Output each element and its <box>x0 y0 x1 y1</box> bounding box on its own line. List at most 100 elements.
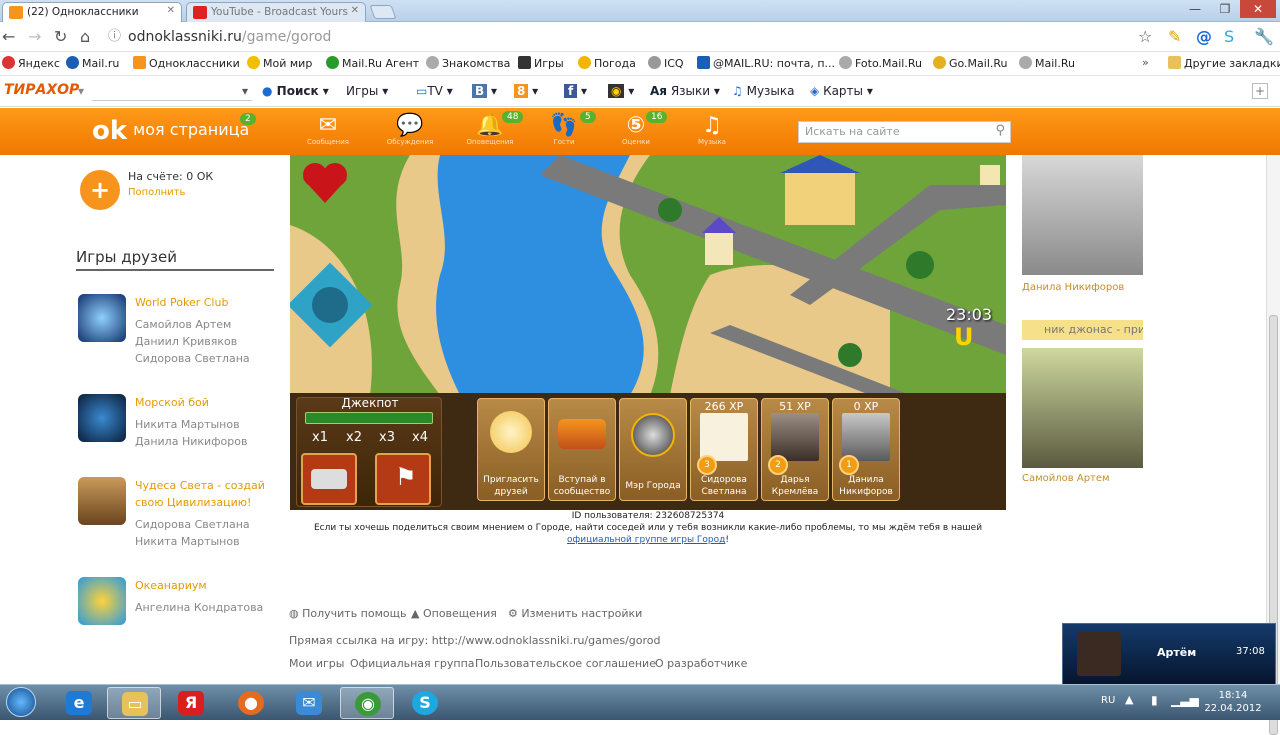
close-tab-icon[interactable]: ✕ <box>167 5 175 16</box>
topup-link[interactable]: Пополнить <box>128 187 185 198</box>
notification-popup[interactable]: Артём 37:08 <box>1062 623 1276 685</box>
bus-button[interactable] <box>301 453 357 505</box>
maximize-icon[interactable]: ❐ <box>1210 0 1240 18</box>
multiplier-x3[interactable]: x3 <box>379 430 395 445</box>
game-title[interactable]: World Poker Club <box>135 294 265 311</box>
taskbar-skype[interactable]: S <box>398 687 452 719</box>
game-title[interactable]: Морской бой <box>135 394 265 411</box>
tab-youtube[interactable]: YouTube - Broadcast Yours ✕ <box>186 2 366 22</box>
new-tab-button[interactable] <box>369 5 397 19</box>
game-friend[interactable]: Никита Мартынов <box>135 416 240 433</box>
forward-icon[interactable]: → <box>28 27 41 47</box>
sea-battle-thumbnail[interactable] <box>78 394 126 442</box>
invite-friends-card[interactable]: Пригласить друзей <box>477 398 545 501</box>
search-history-dropdown-icon[interactable]: ▾ <box>242 84 248 98</box>
friend-photo[interactable] <box>1022 155 1143 275</box>
ok-search-input[interactable]: Искать на сайте ⚲ <box>798 121 1011 143</box>
user-agreement-link[interactable]: Пользовательское соглашение <box>475 657 656 670</box>
bookmark-mail-pochta[interactable]: @MAIL.RU: почта, п... <box>697 56 835 70</box>
status-bar-item[interactable]: ник джонас - прив <box>1022 320 1143 340</box>
join-community-card[interactable]: Вступай в сообщество <box>548 398 616 501</box>
game-friend[interactable]: Даниил Кривяков <box>135 333 237 350</box>
nav-music[interactable]: ♫ Музыка <box>682 114 742 147</box>
about-developer-link[interactable]: О разработчике <box>655 657 747 670</box>
bookmark-odnoklassniki[interactable]: Одноклассники <box>133 56 240 70</box>
network-icon[interactable]: ▁▃▅ <box>1171 693 1199 707</box>
my-games-link[interactable]: Мои игры <box>289 657 344 670</box>
friend-photo[interactable] <box>1022 348 1143 468</box>
bookmark-igry[interactable]: Игры <box>518 56 564 70</box>
multiplier-x4[interactable]: x4 <box>412 430 428 445</box>
bookmark-icq[interactable]: ICQ <box>648 56 684 70</box>
taskbar-firefox[interactable]: ● <box>224 687 278 719</box>
bookmark-agent[interactable]: Mail.Ru Агент <box>326 56 419 70</box>
friend-card[interactable]: 51 XP 2 Дарья Кремлёва <box>761 398 829 501</box>
taskbar-ie[interactable]: e <box>52 687 106 719</box>
brand-dropdown-icon[interactable]: ▾ <box>78 84 84 98</box>
extension-pen-icon[interactable]: ✎ <box>1168 27 1181 47</box>
clock[interactable]: 18:14 22.04.2012 <box>1203 689 1263 715</box>
back-icon[interactable]: ← <box>2 27 15 47</box>
mayor-card[interactable]: Мэр Города <box>619 398 687 501</box>
language-indicator[interactable]: RU <box>1101 695 1115 706</box>
toolbar-camera[interactable]: ◉ ▾ <box>608 84 634 98</box>
search-icon[interactable]: ⚲ <box>995 123 1005 138</box>
official-group-footer-link[interactable]: Официальная группа <box>350 657 475 670</box>
wonders-thumbnail[interactable] <box>78 477 126 525</box>
taskbar-explorer[interactable]: ▭ <box>107 687 161 719</box>
close-tab-icon[interactable]: ✕ <box>351 5 359 16</box>
game-friend[interactable]: Сидорова Светлана <box>135 516 250 533</box>
friend-card[interactable]: 266 XP 3 Сидорова Светлана <box>690 398 758 501</box>
toolbar-maps[interactable]: ◈ Карты ▾ <box>810 84 873 98</box>
mail-at-icon[interactable]: @ <box>1196 27 1212 47</box>
nav-guests[interactable]: 👣 Гости 5 <box>534 111 596 146</box>
flag-button[interactable]: ⚑ <box>375 453 431 505</box>
game-friend[interactable]: Самойлов Артем <box>135 316 231 333</box>
wrench-icon[interactable]: 🔧 <box>1254 27 1274 47</box>
nav-ratings[interactable]: ⑤ Оценки 16 <box>606 111 668 146</box>
toolbar-music[interactable]: ♫ Музыка <box>732 84 795 98</box>
toolbar-search-input[interactable] <box>92 83 252 101</box>
multiplier-x2[interactable]: x2 <box>346 430 362 445</box>
address-bar[interactable]: odnoklassniki.ru/game/gorod <box>128 29 331 45</box>
skype-icon[interactable]: S <box>1224 27 1234 47</box>
game-title[interactable]: Чудеса Света - создай свою Цивилизацию! <box>135 477 265 511</box>
nav-messages[interactable]: ✉ Сообщения <box>298 114 358 147</box>
reload-icon[interactable]: ↻ <box>54 27 67 47</box>
page-scrollbar[interactable] <box>1266 155 1280 735</box>
poker-thumbnail[interactable] <box>78 294 126 342</box>
bookmark-mailru-2[interactable]: Mail.Ru <box>1019 56 1075 70</box>
toolbar-search-button[interactable]: ● Поиск ▾ <box>262 84 329 98</box>
direct-link[interactable]: Прямая ссылка на игру: http://www.odnokl… <box>289 634 661 647</box>
official-group-link[interactable]: официальной группе игры Город <box>567 535 725 545</box>
toolbar-langs[interactable]: Ая Языки ▾ <box>650 84 720 98</box>
home-icon[interactable]: ⌂ <box>80 27 90 47</box>
friend-name[interactable]: Самойлов Артем <box>1022 473 1110 484</box>
minimize-icon[interactable]: — <box>1180 0 1210 18</box>
game-title[interactable]: Океанариум <box>135 577 265 594</box>
more-bookmarks-icon[interactable]: » <box>1142 56 1149 69</box>
game-friend[interactable]: Данила Никифоров <box>135 433 248 450</box>
toolbar-ok[interactable]: 8 ▾ <box>514 84 538 98</box>
friend-card[interactable]: 0 XP 1 Данила Никифоров <box>832 398 900 501</box>
toolbar-games[interactable]: Игры ▾ <box>346 84 388 98</box>
horseshoe-icon[interactable]: U <box>954 323 974 351</box>
bookmark-yandex[interactable]: Яндекс <box>2 56 60 70</box>
bookmark-znakomstva[interactable]: Знакомства <box>426 56 510 70</box>
game-friend[interactable]: Сидорова Светлана <box>135 350 250 367</box>
bookmark-moi-mir[interactable]: Мой мир <box>247 56 312 70</box>
bookmark-foto[interactable]: Foto.Mail.Ru <box>839 56 922 70</box>
bookmark-mailru[interactable]: Mail.ru <box>66 56 119 70</box>
friend-name[interactable]: Данила Никифоров <box>1022 282 1124 293</box>
other-bookmarks[interactable]: Другие закладки <box>1168 56 1280 70</box>
oceanarium-thumbnail[interactable] <box>78 577 126 625</box>
toolbar-vk[interactable]: B ▾ <box>472 84 497 98</box>
taskbar-yandex[interactable]: Я <box>164 687 218 719</box>
bookmark-go[interactable]: Go.Mail.Ru <box>933 56 1008 70</box>
bookmark-pogoda[interactable]: Погода <box>578 56 636 70</box>
nav-discussions[interactable]: 💬 Обсуждения <box>380 114 440 147</box>
game-friend[interactable]: Ангелина Кондратова <box>135 599 263 616</box>
taskbar-mail[interactable]: ✉ <box>282 687 336 719</box>
battery-icon[interactable]: ▮ <box>1151 693 1158 707</box>
start-button[interactable] <box>0 685 42 721</box>
